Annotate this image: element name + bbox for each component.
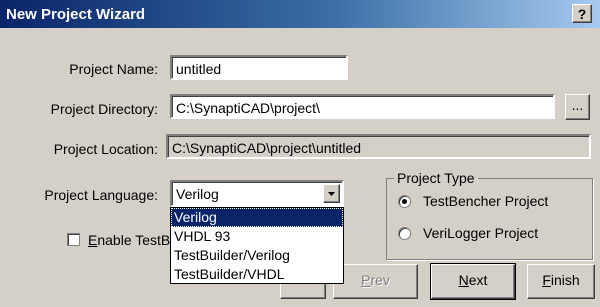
- project-language-dropdown-list[interactable]: Verilog VHDL 93 TestBuilder/Verilog Test…: [170, 207, 344, 284]
- language-option-testbuilder-vhdl[interactable]: TestBuilder/VHDL: [171, 265, 343, 284]
- dropdown-arrow-button[interactable]: [323, 184, 340, 203]
- help-button[interactable]: ?: [572, 4, 592, 23]
- project-directory-label: Project Directory:: [50, 101, 158, 117]
- project-type-group: [386, 178, 593, 260]
- project-language-label: Project Language:: [44, 187, 158, 203]
- browse-directory-button[interactable]: ...: [565, 94, 590, 120]
- language-option-testbuilder-verilog[interactable]: TestBuilder/Verilog: [171, 246, 343, 265]
- title-bar: New Project Wizard ?: [0, 0, 600, 28]
- enable-testbuilder-checkbox[interactable]: [67, 233, 80, 246]
- project-location-field: C:\SynaptiCAD\project\untitled: [166, 134, 591, 159]
- project-name-input[interactable]: untitled: [170, 55, 348, 80]
- project-language-value: Verilog: [176, 186, 219, 202]
- verilogger-project-label: VeriLogger Project: [423, 225, 539, 241]
- verilogger-project-radio[interactable]: [398, 227, 411, 240]
- testbencher-project-radio[interactable]: [398, 195, 411, 208]
- testbencher-project-label: TestBencher Project: [423, 193, 549, 209]
- new-project-wizard-window: New Project Wizard ? Project Name: untit…: [0, 0, 600, 307]
- project-location-label: Project Location:: [53, 141, 158, 157]
- language-option-vhdl-93[interactable]: VHDL 93: [171, 227, 343, 246]
- next-button[interactable]: Next: [430, 263, 516, 300]
- project-name-label: Project Name:: [69, 61, 158, 77]
- window-title: New Project Wizard: [6, 6, 146, 23]
- language-option-verilog[interactable]: Verilog: [171, 208, 343, 227]
- chevron-down-icon: [328, 192, 335, 196]
- project-language-select[interactable]: Verilog: [170, 180, 344, 207]
- project-type-title: Project Type: [394, 170, 478, 186]
- prev-button[interactable]: Prev: [333, 264, 418, 299]
- project-directory-input[interactable]: C:\SynaptiCAD\project\: [170, 94, 555, 119]
- finish-button[interactable]: Finish: [527, 264, 595, 299]
